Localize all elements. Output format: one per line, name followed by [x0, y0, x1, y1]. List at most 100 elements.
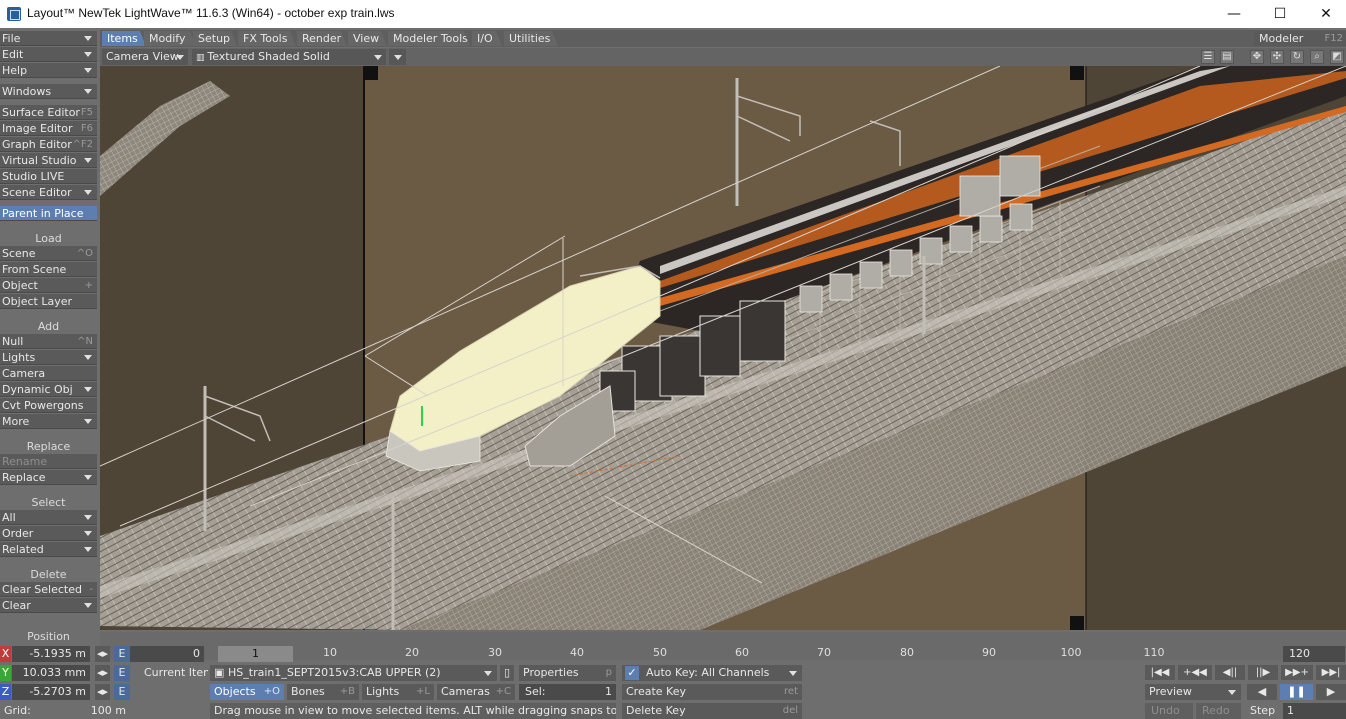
tab-io[interactable]: I/O [472, 31, 502, 46]
dynamic-obj-label: Dynamic Obj [2, 383, 73, 396]
select-all-menu[interactable]: All [0, 510, 97, 525]
tab-render[interactable]: Render [297, 31, 347, 46]
redo-button[interactable]: Redo [1196, 703, 1241, 719]
close-button[interactable]: ✕ [1303, 0, 1346, 28]
help-menu[interactable]: Help [0, 63, 97, 78]
tab-view[interactable]: View [348, 31, 387, 46]
scene-editor-label: Scene Editor [2, 186, 72, 199]
undo-button[interactable]: Undo [1145, 703, 1193, 719]
rotate-view-icon[interactable]: ↻ [1290, 50, 1304, 64]
auto-key-select[interactable]: ✓ Auto Key: All Channels [622, 665, 802, 681]
object-icon: ▣ [214, 666, 225, 679]
add-more-menu[interactable]: More [0, 414, 97, 429]
position-y-field[interactable]: 10.033 mm [12, 665, 90, 681]
chevron-down-icon [176, 55, 184, 60]
go-to-start-button[interactable]: |◀◀ [1145, 665, 1175, 680]
windows-menu[interactable]: Windows [0, 84, 97, 99]
maximize-viewport-icon[interactable]: ◩ [1330, 50, 1344, 64]
play-reverse-button[interactable]: ◀ [1247, 684, 1277, 700]
clear-menu[interactable]: Clear [0, 598, 97, 613]
lights-mode-button[interactable]: Lights +L [362, 684, 434, 700]
position-x-field[interactable]: -5.1935 m [12, 646, 90, 662]
modeler-label: Modeler [1259, 32, 1304, 45]
zoom-icon[interactable]: ⌕ [1310, 50, 1324, 64]
replace-menu[interactable]: Replace [0, 470, 97, 485]
graph-editor-button[interactable]: Graph Editor ^F2 [0, 137, 97, 152]
add-lights-menu[interactable]: Lights [0, 350, 97, 365]
link-arrows-icon[interactable]: ◂▸ [95, 684, 110, 700]
select-related-menu[interactable]: Related [0, 542, 97, 557]
add-dynamic-obj-menu[interactable]: Dynamic Obj [0, 382, 97, 397]
scene-editor-menu[interactable]: Scene Editor [0, 185, 97, 200]
save-icon[interactable]: ▤ [1220, 50, 1234, 64]
cameras-mode-button[interactable]: Cameras +C [437, 684, 515, 700]
add-null-button[interactable]: Null ^N [0, 334, 97, 349]
virtual-studio-menu[interactable]: Virtual Studio [0, 153, 97, 168]
shortcut-label: ^N [77, 336, 93, 347]
y-envelope-button[interactable]: E [114, 665, 130, 681]
previous-key-button[interactable]: +◀◀ [1178, 665, 1212, 680]
parent-in-place-toggle[interactable]: Parent in Place [0, 206, 97, 221]
load-scene-button[interactable]: Scene ^O [0, 246, 97, 261]
shortcut-label: - [89, 584, 93, 595]
position-z-field[interactable]: -5.2703 m [12, 684, 90, 700]
previous-frame-button[interactable]: ◀|| [1215, 665, 1245, 680]
load-from-scene-button[interactable]: From Scene [0, 262, 97, 277]
modeler-button[interactable]: Modeler F12 [1254, 31, 1346, 46]
tab-items[interactable]: Items [102, 31, 146, 46]
item-list-icon[interactable]: ▯ [500, 665, 514, 681]
chevron-down-icon [84, 603, 92, 608]
properties-button[interactable]: Properties p [519, 665, 616, 681]
clear-selected-button[interactable]: Clear Selected - [0, 582, 97, 597]
load-object-button[interactable]: Object + [0, 278, 97, 293]
tick-label: 40 [570, 646, 584, 659]
file-menu[interactable]: File [0, 31, 97, 46]
viewport-options-dropdown[interactable] [389, 49, 406, 65]
bones-mode-button[interactable]: Bones +B [287, 684, 359, 700]
z-envelope-button[interactable]: E [114, 684, 130, 700]
current-item-select[interactable]: ▣ HS_train1_SEPT2015v3:CAB UPPER (2) [210, 665, 497, 681]
link-arrows-icon[interactable]: ◂▸ [95, 646, 110, 662]
tab-modify[interactable]: Modify [144, 31, 196, 46]
cvt-powergons-button[interactable]: Cvt Powergons [0, 398, 97, 413]
pan-icon[interactable]: ✣ [1270, 50, 1284, 64]
timeline-end-field[interactable]: 120 [1283, 646, 1345, 662]
studio-live-button[interactable]: Studio LIVE [0, 169, 97, 184]
delete-key-button[interactable]: Delete Key del [622, 703, 802, 719]
tab-utilities[interactable]: Utilities [504, 31, 558, 46]
go-to-end-button[interactable]: ▶▶| [1316, 665, 1346, 680]
play-button[interactable]: ▶ [1316, 684, 1346, 700]
select-order-menu[interactable]: Order [0, 526, 97, 541]
add-camera-button[interactable]: Camera [0, 366, 97, 381]
rename-button: Rename [0, 454, 97, 469]
camera-viewport[interactable] [100, 66, 1346, 630]
next-frame-button[interactable]: ||▶ [1248, 665, 1278, 680]
create-key-button[interactable]: Create Key ret [622, 684, 802, 700]
step-field[interactable]: 1 [1283, 703, 1346, 719]
timeline-slider-thumb[interactable]: 1 [218, 646, 293, 662]
view-mode-select[interactable]: Camera View [102, 49, 188, 65]
preview-select[interactable]: Preview [1145, 684, 1241, 700]
chevron-down-icon [84, 531, 92, 536]
checkbox-icon[interactable]: ✓ [625, 666, 639, 680]
move-view-icon[interactable]: ✥ [1250, 50, 1264, 64]
timeline[interactable]: 0 1 10 20 30 40 50 60 70 80 90 100 110 1… [100, 632, 1346, 662]
tab-modeler-tools[interactable]: Modeler Tools [388, 31, 470, 46]
load-object-layer-button[interactable]: Object Layer [0, 294, 97, 309]
pause-button[interactable]: ❚❚ [1280, 684, 1313, 700]
surface-editor-button[interactable]: Surface Editor F5 [0, 105, 97, 120]
chevron-down-icon [84, 355, 92, 360]
tab-fx-tools[interactable]: FX Tools [238, 31, 296, 46]
image-editor-button[interactable]: Image Editor F6 [0, 121, 97, 136]
tab-setup[interactable]: Setup [193, 31, 237, 46]
objects-mode-button[interactable]: Objects +O [210, 684, 284, 700]
edit-menu[interactable]: Edit [0, 47, 97, 62]
link-arrows-icon[interactable]: ◂▸ [95, 665, 110, 681]
next-key-button[interactable]: ▶▶+ [1281, 665, 1313, 680]
x-envelope-button[interactable]: E [114, 646, 130, 662]
grid-size-field[interactable]: 100 m [40, 703, 130, 719]
minimize-button[interactable]: — [1211, 0, 1257, 28]
render-mode-select[interactable]: ▥ Textured Shaded Solid Wireframe [192, 49, 386, 80]
maximize-button[interactable]: ☐ [1257, 0, 1303, 28]
list-icon[interactable]: ☰ [1201, 50, 1215, 64]
